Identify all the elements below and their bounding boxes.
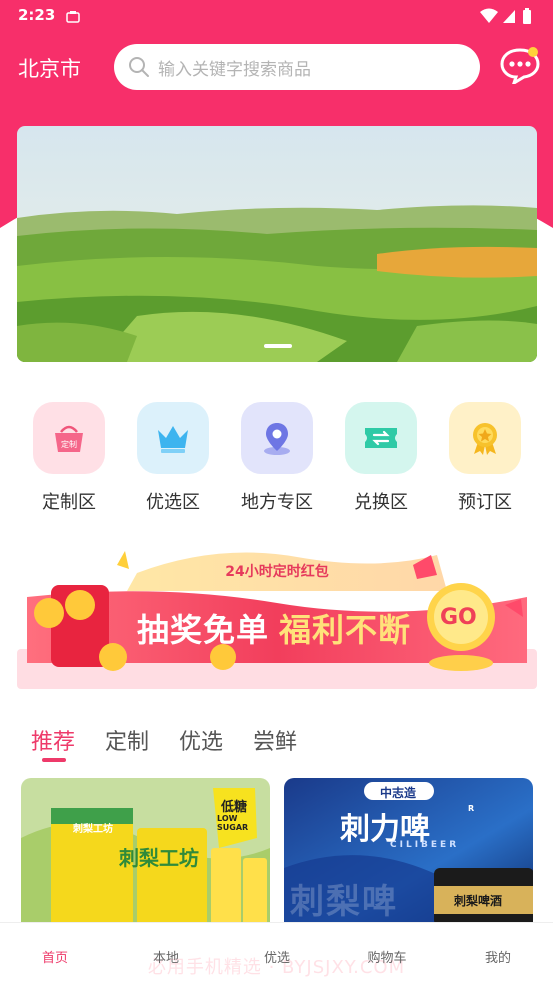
tab-active-indicator xyxy=(42,758,66,762)
product-card[interactable]: 刺梨工坊 刺梨工坊 低糖 LOW SUGAR xyxy=(21,778,270,926)
cast-icon xyxy=(66,9,80,28)
bottom-nav: 必用手机精选 · BYJSJXY.COM 首页 本地 优选 购物车 我的 xyxy=(0,922,553,984)
lottery-promo-banner[interactable]: 24小时定时红包 抽奖免单 福利不断 GO xyxy=(17,545,537,691)
location-pin-icon xyxy=(241,402,313,474)
coin-icon xyxy=(34,598,64,628)
product-subtitle: CILIBEER xyxy=(390,840,460,850)
basket-icon-text: 定制 xyxy=(61,439,77,449)
city-selector[interactable]: 北京市 xyxy=(18,53,81,83)
product-bg-text: 刺梨啤 xyxy=(290,882,398,922)
tab-custom[interactable]: 定制 xyxy=(105,724,149,756)
tab-taste[interactable]: 尝鲜 xyxy=(253,724,297,756)
category-local[interactable]: 地方专区 xyxy=(226,402,326,522)
nav-profile[interactable]: 我的 xyxy=(458,947,538,966)
search-input[interactable]: 输入关键字搜索商品 xyxy=(114,44,480,90)
banner-carousel[interactable] xyxy=(17,126,537,362)
category-exchange[interactable]: 兑换区 xyxy=(330,402,430,522)
crown-icon xyxy=(137,402,209,474)
promo-subtitle: 24小时定时红包 xyxy=(225,564,329,580)
banner-image xyxy=(17,126,537,362)
tab-select[interactable]: 优选 xyxy=(179,724,223,756)
product-card[interactable]: 中志造 刺力啤 R CILIBEER 刺梨啤 刺梨啤酒 xyxy=(284,778,533,926)
promo-title-left: 抽奖免单 xyxy=(137,611,270,649)
battery-icon xyxy=(523,8,531,24)
nav-local[interactable]: 本地 xyxy=(126,947,206,966)
nav-cart[interactable]: 购物车 xyxy=(347,947,427,966)
product-can-label: 刺梨啤酒 xyxy=(454,894,503,908)
message-button[interactable] xyxy=(500,46,540,87)
basket-icon: 定制 xyxy=(33,402,105,474)
status-bar: 2:23 xyxy=(0,0,553,32)
product-title: 刺梨工坊 xyxy=(119,846,199,870)
category-label: 预订区 xyxy=(458,492,512,513)
carousel-indicator xyxy=(264,344,292,348)
category-select[interactable]: 优选区 xyxy=(122,402,222,522)
promo-title-right: 福利不断 xyxy=(279,611,412,649)
product-badge: 中志造 xyxy=(380,786,417,800)
product-brand: 刺梨工坊 xyxy=(73,824,113,835)
search-placeholder: 输入关键字搜索商品 xyxy=(158,60,311,80)
coin-icon xyxy=(99,643,127,671)
category-label: 兑换区 xyxy=(354,492,408,513)
category-label: 定制区 xyxy=(42,492,96,513)
product-tag-sub: LOW SUGAR xyxy=(217,814,249,832)
chat-bubble-icon xyxy=(500,47,540,87)
status-time: 2:23 xyxy=(18,6,56,24)
award-medal-icon xyxy=(449,402,521,474)
go-button[interactable]: GO xyxy=(440,605,477,630)
category-custom[interactable]: 定制 定制区 xyxy=(18,402,118,522)
nav-home[interactable]: 首页 xyxy=(15,947,95,966)
nav-select[interactable]: 优选 xyxy=(237,947,317,966)
tab-recommend[interactable]: 推荐 xyxy=(31,724,75,756)
status-icons xyxy=(479,7,539,29)
category-label: 优选区 xyxy=(146,492,200,513)
exchange-ticket-icon xyxy=(345,402,417,474)
category-preorder[interactable]: 预订区 xyxy=(434,402,534,522)
unread-dot xyxy=(528,47,538,57)
wifi-icon xyxy=(480,8,498,23)
product-mark: R xyxy=(468,804,475,813)
category-label: 地方专区 xyxy=(241,492,313,513)
search-icon xyxy=(128,56,150,82)
product-tag: 低糖 xyxy=(221,800,248,815)
signal-icon xyxy=(503,10,515,23)
